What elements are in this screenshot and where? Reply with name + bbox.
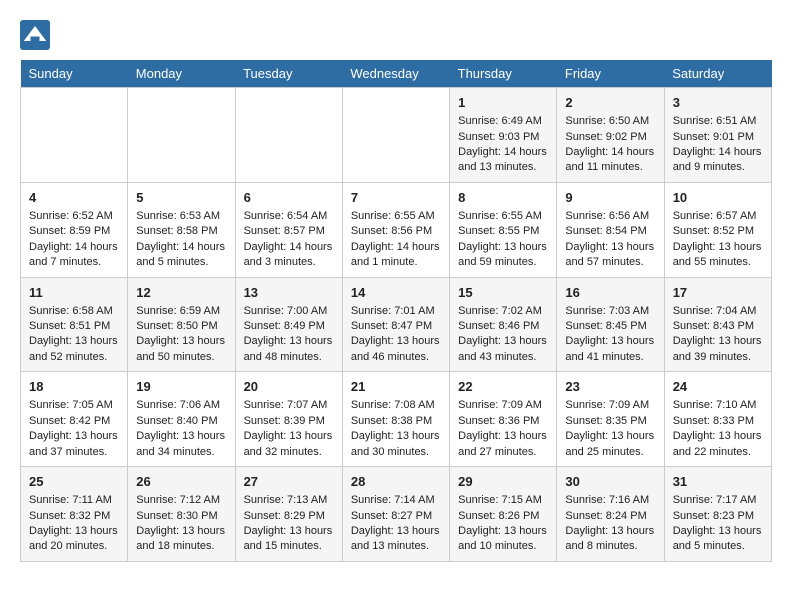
calendar-cell: 5Sunrise: 6:53 AM Sunset: 8:58 PM Daylig… bbox=[128, 182, 235, 277]
calendar-cell: 12Sunrise: 6:59 AM Sunset: 8:50 PM Dayli… bbox=[128, 277, 235, 372]
header-cell-friday: Friday bbox=[557, 60, 664, 88]
calendar-cell: 24Sunrise: 7:10 AM Sunset: 8:33 PM Dayli… bbox=[664, 372, 771, 467]
logo-icon bbox=[20, 20, 50, 50]
page-header bbox=[20, 20, 772, 50]
header-row: SundayMondayTuesdayWednesdayThursdayFrid… bbox=[21, 60, 772, 88]
day-number: 24 bbox=[673, 378, 763, 396]
day-number: 1 bbox=[458, 94, 548, 112]
calendar-cell: 9Sunrise: 6:56 AM Sunset: 8:54 PM Daylig… bbox=[557, 182, 664, 277]
day-number: 28 bbox=[351, 473, 441, 491]
calendar-cell: 4Sunrise: 6:52 AM Sunset: 8:59 PM Daylig… bbox=[21, 182, 128, 277]
day-number: 3 bbox=[673, 94, 763, 112]
week-row-3: 11Sunrise: 6:58 AM Sunset: 8:51 PM Dayli… bbox=[21, 277, 772, 372]
calendar-cell: 23Sunrise: 7:09 AM Sunset: 8:35 PM Dayli… bbox=[557, 372, 664, 467]
calendar-cell: 3Sunrise: 6:51 AM Sunset: 9:01 PM Daylig… bbox=[664, 88, 771, 183]
calendar-cell: 6Sunrise: 6:54 AM Sunset: 8:57 PM Daylig… bbox=[235, 182, 342, 277]
calendar-cell: 29Sunrise: 7:15 AM Sunset: 8:26 PM Dayli… bbox=[450, 467, 557, 562]
day-number: 31 bbox=[673, 473, 763, 491]
day-number: 10 bbox=[673, 189, 763, 207]
calendar-cell: 26Sunrise: 7:12 AM Sunset: 8:30 PM Dayli… bbox=[128, 467, 235, 562]
calendar-cell: 13Sunrise: 7:00 AM Sunset: 8:49 PM Dayli… bbox=[235, 277, 342, 372]
calendar-cell: 19Sunrise: 7:06 AM Sunset: 8:40 PM Dayli… bbox=[128, 372, 235, 467]
calendar-cell: 14Sunrise: 7:01 AM Sunset: 8:47 PM Dayli… bbox=[342, 277, 449, 372]
day-number: 4 bbox=[29, 189, 119, 207]
header-cell-monday: Monday bbox=[128, 60, 235, 88]
calendar-cell bbox=[235, 88, 342, 183]
calendar-cell: 11Sunrise: 6:58 AM Sunset: 8:51 PM Dayli… bbox=[21, 277, 128, 372]
day-number: 16 bbox=[565, 284, 655, 302]
day-number: 23 bbox=[565, 378, 655, 396]
calendar-cell: 31Sunrise: 7:17 AM Sunset: 8:23 PM Dayli… bbox=[664, 467, 771, 562]
calendar-cell: 20Sunrise: 7:07 AM Sunset: 8:39 PM Dayli… bbox=[235, 372, 342, 467]
calendar-cell: 22Sunrise: 7:09 AM Sunset: 8:36 PM Dayli… bbox=[450, 372, 557, 467]
day-number: 2 bbox=[565, 94, 655, 112]
week-row-5: 25Sunrise: 7:11 AM Sunset: 8:32 PM Dayli… bbox=[21, 467, 772, 562]
day-number: 5 bbox=[136, 189, 226, 207]
day-number: 6 bbox=[244, 189, 334, 207]
calendar-cell: 10Sunrise: 6:57 AM Sunset: 8:52 PM Dayli… bbox=[664, 182, 771, 277]
calendar-cell: 8Sunrise: 6:55 AM Sunset: 8:55 PM Daylig… bbox=[450, 182, 557, 277]
calendar-cell bbox=[342, 88, 449, 183]
calendar-cell: 7Sunrise: 6:55 AM Sunset: 8:56 PM Daylig… bbox=[342, 182, 449, 277]
calendar-cell bbox=[21, 88, 128, 183]
day-number: 20 bbox=[244, 378, 334, 396]
calendar-cell: 27Sunrise: 7:13 AM Sunset: 8:29 PM Dayli… bbox=[235, 467, 342, 562]
calendar-cell: 28Sunrise: 7:14 AM Sunset: 8:27 PM Dayli… bbox=[342, 467, 449, 562]
header-cell-saturday: Saturday bbox=[664, 60, 771, 88]
day-number: 18 bbox=[29, 378, 119, 396]
calendar-table: SundayMondayTuesdayWednesdayThursdayFrid… bbox=[20, 60, 772, 562]
week-row-1: 1Sunrise: 6:49 AM Sunset: 9:03 PM Daylig… bbox=[21, 88, 772, 183]
day-number: 30 bbox=[565, 473, 655, 491]
calendar-header: SundayMondayTuesdayWednesdayThursdayFrid… bbox=[21, 60, 772, 88]
day-number: 13 bbox=[244, 284, 334, 302]
day-number: 25 bbox=[29, 473, 119, 491]
day-number: 27 bbox=[244, 473, 334, 491]
header-cell-thursday: Thursday bbox=[450, 60, 557, 88]
calendar-cell: 18Sunrise: 7:05 AM Sunset: 8:42 PM Dayli… bbox=[21, 372, 128, 467]
day-number: 12 bbox=[136, 284, 226, 302]
day-number: 29 bbox=[458, 473, 548, 491]
day-number: 14 bbox=[351, 284, 441, 302]
calendar-cell: 2Sunrise: 6:50 AM Sunset: 9:02 PM Daylig… bbox=[557, 88, 664, 183]
header-cell-sunday: Sunday bbox=[21, 60, 128, 88]
day-number: 19 bbox=[136, 378, 226, 396]
calendar-cell: 1Sunrise: 6:49 AM Sunset: 9:03 PM Daylig… bbox=[450, 88, 557, 183]
day-number: 7 bbox=[351, 189, 441, 207]
calendar-body: 1Sunrise: 6:49 AM Sunset: 9:03 PM Daylig… bbox=[21, 88, 772, 562]
calendar-cell: 16Sunrise: 7:03 AM Sunset: 8:45 PM Dayli… bbox=[557, 277, 664, 372]
day-number: 9 bbox=[565, 189, 655, 207]
day-number: 8 bbox=[458, 189, 548, 207]
week-row-2: 4Sunrise: 6:52 AM Sunset: 8:59 PM Daylig… bbox=[21, 182, 772, 277]
day-number: 21 bbox=[351, 378, 441, 396]
calendar-cell bbox=[128, 88, 235, 183]
calendar-cell: 15Sunrise: 7:02 AM Sunset: 8:46 PM Dayli… bbox=[450, 277, 557, 372]
week-row-4: 18Sunrise: 7:05 AM Sunset: 8:42 PM Dayli… bbox=[21, 372, 772, 467]
day-number: 22 bbox=[458, 378, 548, 396]
logo bbox=[20, 20, 54, 50]
day-number: 11 bbox=[29, 284, 119, 302]
calendar-cell: 30Sunrise: 7:16 AM Sunset: 8:24 PM Dayli… bbox=[557, 467, 664, 562]
header-cell-wednesday: Wednesday bbox=[342, 60, 449, 88]
calendar-cell: 21Sunrise: 7:08 AM Sunset: 8:38 PM Dayli… bbox=[342, 372, 449, 467]
calendar-cell: 25Sunrise: 7:11 AM Sunset: 8:32 PM Dayli… bbox=[21, 467, 128, 562]
day-number: 15 bbox=[458, 284, 548, 302]
calendar-cell: 17Sunrise: 7:04 AM Sunset: 8:43 PM Dayli… bbox=[664, 277, 771, 372]
day-number: 26 bbox=[136, 473, 226, 491]
day-number: 17 bbox=[673, 284, 763, 302]
header-cell-tuesday: Tuesday bbox=[235, 60, 342, 88]
